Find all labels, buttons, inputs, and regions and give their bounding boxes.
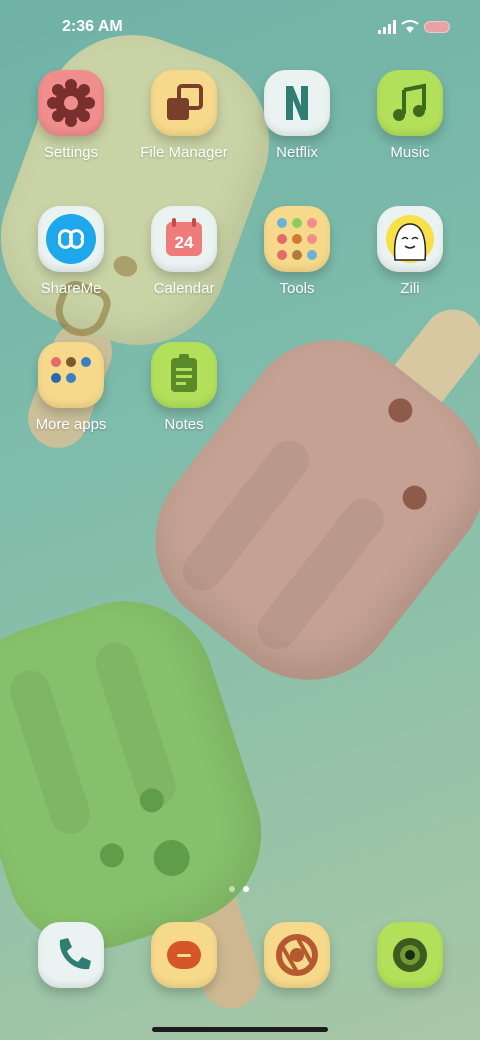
shareme-icon	[38, 206, 104, 272]
folder-tools[interactable]: Tools	[242, 206, 352, 297]
app-label: Tools	[279, 280, 315, 297]
app-label: Calendar	[153, 280, 215, 297]
home-indicator[interactable]	[152, 1027, 328, 1032]
app-settings[interactable]: Settings	[16, 70, 126, 161]
chrome-icon	[264, 922, 330, 988]
dock-chrome[interactable]	[242, 922, 352, 988]
file-manager-icon	[151, 70, 217, 136]
app-zili[interactable]: Zili	[355, 206, 465, 297]
app-label: Notes	[164, 416, 204, 433]
wifi-icon	[401, 20, 419, 33]
music-icon	[377, 70, 443, 136]
dock-camera[interactable]	[355, 922, 465, 988]
dock-phone[interactable]	[16, 922, 126, 988]
page-dot[interactable]	[229, 886, 235, 892]
app-calendar[interactable]: 24 Calendar	[129, 206, 239, 297]
page-indicator	[229, 879, 257, 897]
app-label: Netflix	[276, 144, 318, 161]
phone-icon	[38, 922, 104, 988]
page-dot-active[interactable]	[243, 886, 249, 892]
app-music[interactable]: Music	[355, 70, 465, 161]
dock-messages[interactable]	[129, 922, 239, 988]
app-notes[interactable]: Notes	[129, 342, 239, 433]
app-label: Music	[390, 144, 430, 161]
folder-more-apps[interactable]: More apps	[16, 342, 126, 433]
camera-icon	[377, 922, 443, 988]
app-label: Settings	[43, 144, 99, 161]
app-label: ShareMe	[40, 280, 102, 297]
status-time: 2:36 AM	[62, 18, 123, 35]
calendar-date: 24	[174, 233, 194, 252]
zili-icon	[377, 206, 443, 272]
app-netflix[interactable]: Netflix	[242, 70, 352, 161]
calendar-icon: 24	[151, 206, 217, 272]
status-bar: 2:36 AM	[0, 0, 480, 56]
app-label: Zili	[400, 280, 420, 297]
battery-icon	[424, 21, 450, 33]
more-apps-folder-icon	[38, 342, 104, 408]
app-label: More apps	[35, 416, 107, 433]
notes-icon	[151, 342, 217, 408]
yellow-popsicle	[0, 9, 295, 371]
settings-icon	[38, 70, 104, 136]
tools-folder-icon	[264, 206, 330, 272]
app-label: File Manager	[140, 144, 228, 161]
netflix-icon	[264, 70, 330, 136]
messages-icon	[151, 922, 217, 988]
cellular-signal-icon	[378, 20, 396, 34]
app-file-manager[interactable]: File Manager	[129, 70, 239, 161]
app-shareme[interactable]: ShareMe	[16, 206, 126, 297]
